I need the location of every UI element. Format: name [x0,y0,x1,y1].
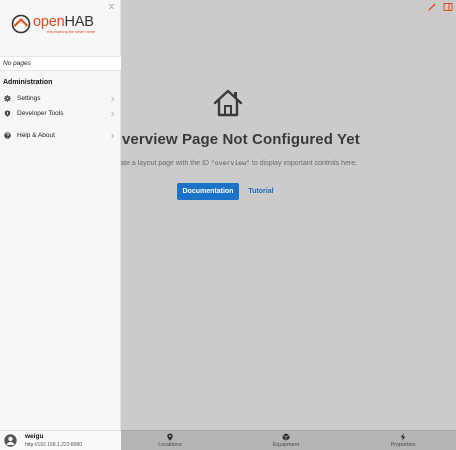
tab-label: Properties [390,442,416,448]
sidebar-item-developer-tools[interactable]: Developer Tools [0,107,121,120]
edit-icon[interactable] [427,2,437,12]
tab-label: Equipment [272,442,300,448]
administration-heading: Administration [3,79,53,86]
user-name: weigu [25,433,44,440]
brand-tagline: empowering the smart home [47,30,96,34]
empty-state-title: Overview Page Not Configured Yet [110,131,360,148]
top-actions [427,2,453,12]
tutorial-button[interactable]: Tutorial [245,183,277,200]
sidebar-item-label: Help & About [17,132,55,139]
map-pin-icon [167,433,173,441]
sidebar: openHAB empowering the smart home No pag… [0,0,121,450]
wrench-icon [4,110,11,117]
sidebar-item-label: Developer Tools [17,110,64,117]
cube-icon [282,433,290,441]
user-profile[interactable]: weigu http://192.168.1.223:8080 [0,430,121,450]
tab-label: Locations [158,442,182,448]
collapse-icon[interactable] [108,3,115,10]
no-pages-item: No pages [0,56,121,71]
empty-state-description: Create a layout page with the ID "overvi… [98,159,368,167]
sidebar-item-label: Settings [17,95,41,102]
brand-name-open: open [33,14,65,30]
tab-equipment[interactable]: Equipment [256,433,316,450]
chevron-right-icon [111,96,115,101]
bolt-icon [400,433,406,441]
home-icon [213,89,243,117]
app: Overview Page Not Configured Yet Create … [0,0,456,450]
sidebar-item-help-about[interactable]: Help & About [0,129,121,142]
tab-locations[interactable]: Locations [140,433,200,450]
documentation-button[interactable]: Documentation [177,183,239,200]
sidebar-item-settings[interactable]: Settings [0,92,121,105]
tab-properties[interactable]: Properties [373,433,433,450]
description-code: "overview" [210,159,251,167]
question-icon [4,132,11,139]
panel-toggle-icon[interactable] [443,2,453,12]
chevron-right-icon [111,111,115,116]
openhab-logo-icon [11,14,31,34]
brand-name: openHAB [33,14,94,30]
description-text: Create a layout page with the ID [108,160,211,167]
server-url: http://192.168.1.223:8080 [25,442,82,448]
avatar [4,434,17,447]
home-icon-wrap [212,88,244,118]
chevron-right-icon [111,133,115,138]
description-text-end: to display important controls here. [250,160,358,167]
gear-icon [4,95,11,102]
brand-name-hab: HAB [64,14,94,30]
